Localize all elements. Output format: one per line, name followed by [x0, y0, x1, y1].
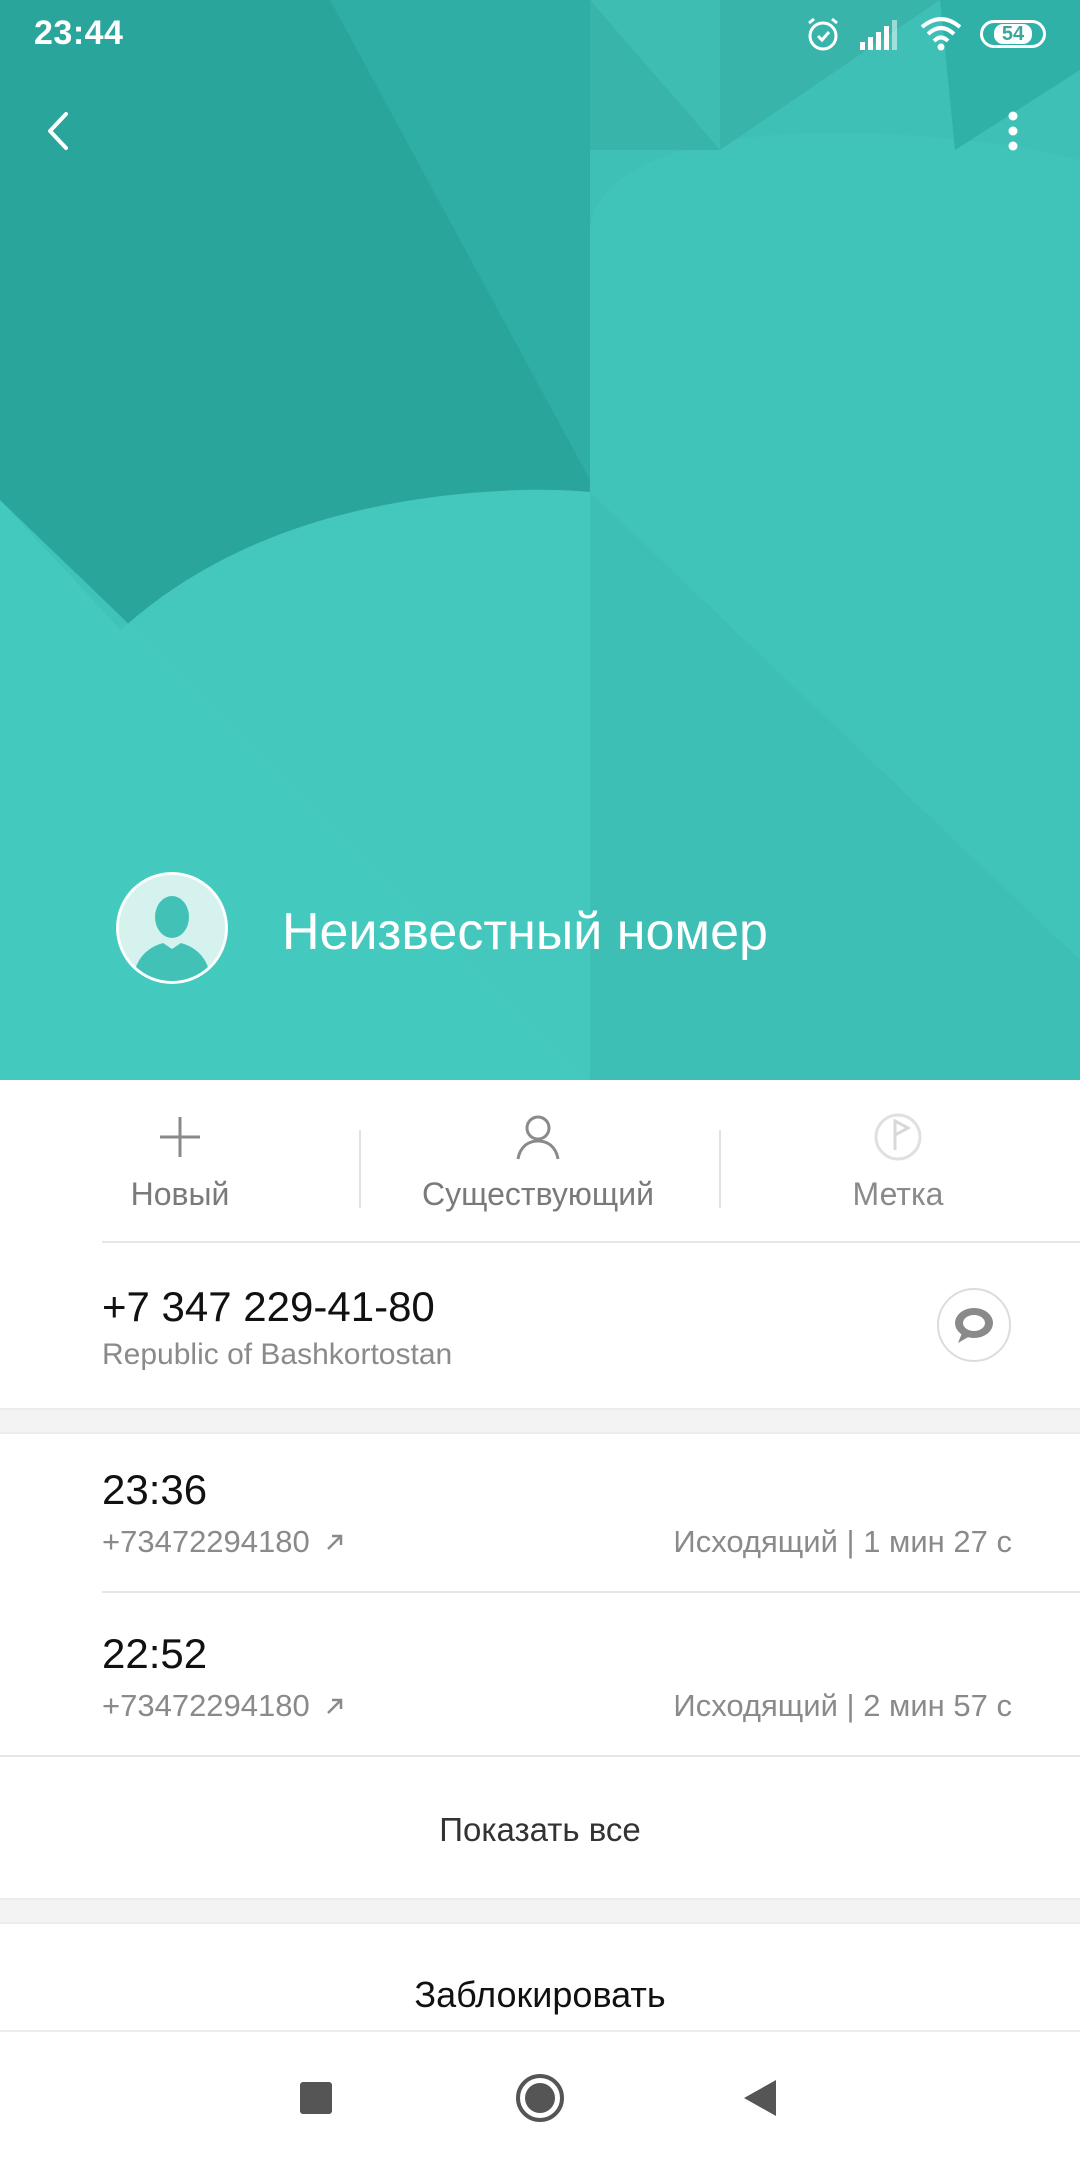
phone-number: +7 347 229-41-80: [102, 1283, 435, 1330]
divider: [102, 1241, 1080, 1243]
alarm-icon: [808, 17, 838, 51]
contact-actions: Новый Существующий Метка: [0, 1080, 1080, 1242]
back-button[interactable]: [36, 106, 86, 156]
avatar-icon: [119, 875, 225, 981]
call-detail: Исходящий | 2 мин 57 с: [673, 1688, 1012, 1723]
existing-contact-label: Существующий: [422, 1176, 654, 1212]
plus-icon: [160, 1117, 200, 1157]
contact-header: 23:44 54 Неизвестный номер: [0, 0, 1080, 1080]
call-time: 23:36: [102, 1466, 208, 1513]
call-time: 22:52: [102, 1630, 208, 1677]
section-gap: [0, 1408, 1080, 1434]
send-message-button[interactable]: [937, 1288, 1011, 1362]
divider: [0, 1755, 1080, 1757]
more-options-button[interactable]: [990, 106, 1036, 156]
call-number-text: +73472294180: [102, 1524, 310, 1559]
status-time: 23:44: [34, 14, 124, 52]
divider: [102, 1591, 1080, 1593]
outgoing-arrow-icon: [326, 1698, 343, 1714]
call-number: +73472294180: [102, 1688, 346, 1724]
battery-level: 54: [993, 24, 1033, 44]
call-number-text: +73472294180: [102, 1688, 310, 1723]
tag-label: Метка: [852, 1176, 944, 1212]
new-contact-label: Новый: [130, 1176, 230, 1212]
more-vert-icon: [1008, 111, 1018, 151]
block-button[interactable]: Заблокировать: [0, 1920, 1080, 2030]
divider: [719, 1130, 721, 1208]
show-all-button[interactable]: Показать все: [0, 1760, 1080, 1900]
recents-icon: [300, 2082, 332, 2114]
call-detail: Исходящий | 1 мин 27 с: [673, 1524, 1012, 1559]
status-bar: 23:44 54: [0, 0, 1080, 70]
tag-button[interactable]: Метка: [748, 1108, 1048, 1228]
signal-icon: [860, 20, 897, 50]
recents-button[interactable]: [288, 2070, 344, 2126]
home-icon: [516, 2074, 564, 2122]
contact-avatar: [116, 872, 228, 984]
home-button[interactable]: [512, 2070, 568, 2126]
nav-back-button[interactable]: [732, 2070, 788, 2126]
phone-region: Republic of Bashkortostan: [102, 1338, 453, 1371]
outgoing-arrow-icon: [326, 1534, 343, 1550]
wifi-icon: [920, 17, 962, 51]
divider: [359, 1130, 361, 1208]
back-triangle-icon: [744, 2080, 776, 2116]
call-number: +73472294180: [102, 1524, 346, 1560]
navigation-bar: [0, 2030, 1080, 2160]
message-icon: [955, 1308, 993, 1343]
contact-name: Неизвестный номер: [282, 903, 768, 961]
new-contact-button[interactable]: Новый: [30, 1108, 330, 1228]
flag-icon: [874, 1113, 922, 1161]
back-icon: [48, 112, 68, 150]
battery-icon: 54: [980, 20, 1046, 48]
existing-contact-button[interactable]: Существующий: [388, 1108, 688, 1228]
person-icon: [516, 1115, 560, 1160]
status-icons: 54: [804, 12, 1046, 56]
